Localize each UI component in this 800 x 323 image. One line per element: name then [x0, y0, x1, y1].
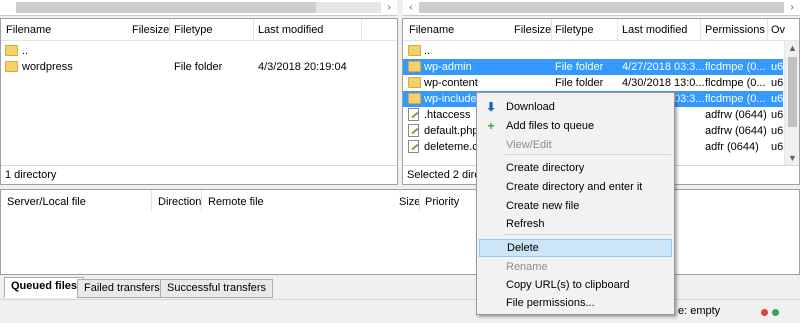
scroll-right-icon[interactable]: ›	[381, 0, 397, 16]
menu-item-refresh[interactable]: Refresh	[479, 215, 672, 233]
file-icon	[408, 108, 419, 121]
col-filename[interactable]: Filename	[409, 24, 454, 36]
menu-item-rename[interactable]: Rename	[479, 258, 672, 276]
col-filetype[interactable]: Filetype	[174, 24, 213, 36]
local-hscrollbar[interactable]: ›	[0, 0, 397, 16]
queue-tabs: Queued files Failed transfers Successful…	[0, 277, 800, 299]
folder-icon	[408, 93, 421, 104]
download-arrow-icon: ⬇	[485, 100, 497, 114]
folder-icon	[5, 61, 18, 72]
col-filesize[interactable]: Filesize	[514, 24, 551, 36]
list-item[interactable]: ..	[1, 43, 397, 59]
tab-successful-transfers[interactable]: Successful transfers	[160, 279, 274, 298]
col-last-modified[interactable]: Last modified	[258, 24, 323, 36]
folder-icon	[408, 61, 421, 72]
local-file-list: Filename Filesize Filetype Last modified…	[0, 18, 398, 185]
scroll-up-icon[interactable]: ▲	[785, 41, 800, 55]
col-server-local-file[interactable]: Server/Local file	[7, 196, 86, 208]
col-filetype[interactable]: Filetype	[555, 24, 594, 36]
menu-item-file-permissions[interactable]: File permissions...	[479, 294, 672, 312]
col-filesize[interactable]: Filesize	[132, 24, 169, 36]
file-icon	[408, 124, 419, 137]
col-direction[interactable]: Direction	[158, 196, 201, 208]
folder-icon	[408, 77, 421, 88]
col-remote-file[interactable]: Remote file	[208, 196, 264, 208]
add-to-queue-icon: +	[487, 119, 495, 133]
queue-status-text: e: empty	[678, 305, 721, 317]
col-size[interactable]: Size	[399, 196, 420, 208]
context-menu: ⬇ Download + Add files to queue View/Edit Cre…	[476, 92, 675, 315]
status-led-red-icon	[761, 309, 768, 316]
local-status: 1 directory	[1, 165, 397, 184]
menu-item-create-new-file[interactable]: Create new file	[479, 197, 672, 215]
local-column-header: Filename Filesize Filetype Last modified	[1, 19, 397, 41]
scroll-right-icon[interactable]: ›	[784, 0, 800, 16]
menu-item-view-edit[interactable]: View/Edit	[479, 136, 672, 154]
status-led-green-icon	[772, 309, 779, 316]
folder-icon	[408, 45, 421, 56]
menu-item-copy-url-s-to-clipboard[interactable]: Copy URL(s) to clipboard	[479, 276, 672, 294]
scroll-left-icon[interactable]: ‹	[403, 0, 419, 16]
transfer-queue: Server/Local file Direction Remote file …	[0, 189, 800, 275]
menu-item-create-directory[interactable]: Create directory	[479, 159, 672, 177]
folder-icon	[5, 45, 18, 56]
menu-separator	[505, 234, 671, 235]
remote-hscrollbar[interactable]: ‹ ›	[403, 0, 800, 16]
menu-item-create-directory-and-enter-it[interactable]: Create directory and enter it	[479, 178, 672, 196]
status-bar: e: empty	[0, 299, 800, 323]
menu-item-delete[interactable]: Delete	[479, 239, 672, 257]
remote-column-header: Filename Filesize Filetype Last modified…	[403, 19, 799, 41]
col-filename[interactable]: Filename	[6, 24, 51, 36]
scroll-down-icon[interactable]: ▼	[785, 151, 800, 165]
list-item[interactable]: wordpress File folder 4/3/2018 20:19:04	[1, 59, 397, 75]
list-item[interactable]: ..	[403, 43, 783, 59]
tab-queued-files[interactable]: Queued files	[4, 277, 85, 298]
menu-item-download[interactable]: ⬇ Download	[479, 98, 672, 116]
file-icon	[408, 140, 419, 153]
menu-item-add-files-to-queue[interactable]: + Add files to queue	[479, 117, 672, 135]
col-permissions[interactable]: Permissions	[705, 24, 765, 36]
menu-separator	[505, 154, 671, 155]
list-item[interactable]: wp-content File folder 4/30/2018 13:0... fl…	[403, 75, 783, 91]
col-owner[interactable]: Ov	[771, 24, 785, 36]
col-last-modified[interactable]: Last modified	[622, 24, 687, 36]
tab-failed-transfers[interactable]: Failed transfers	[77, 279, 167, 298]
col-priority[interactable]: Priority	[425, 196, 459, 208]
list-item[interactable]: wp-admin File folder 4/27/2018 03:3... flcd…	[403, 59, 783, 75]
remote-vscrollbar[interactable]: ▲ ▼	[784, 41, 799, 165]
